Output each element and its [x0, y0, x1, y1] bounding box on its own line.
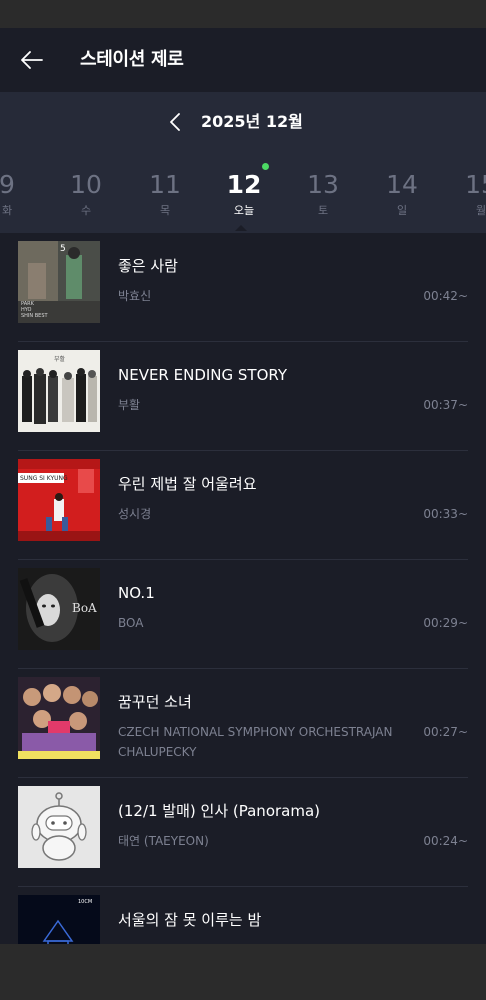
- day-number: 10: [70, 170, 102, 199]
- status-bar: [0, 0, 486, 28]
- song-artist: 부활: [118, 398, 141, 412]
- month-row: 2025년 12월: [0, 108, 486, 136]
- song-item[interactable]: 꿈꾸던 소녀 CZECH NATIONAL SYMPHONY ORCHESTRA…: [0, 669, 486, 779]
- song-time: 00:37~: [423, 398, 468, 412]
- day-number: 15: [465, 170, 486, 199]
- song-time: 00:29~: [423, 616, 468, 630]
- day-number: 11: [149, 170, 181, 199]
- song-item[interactable]: SUNG SI KYUNG 우린 제법 잘 어울려요 성시경 00:33~: [0, 451, 486, 561]
- song-time: 00:33~: [423, 507, 468, 521]
- day-10[interactable]: 10 수: [56, 168, 116, 218]
- day-number: 9: [0, 170, 15, 199]
- svg-text:SHIN BEST: SHIN BEST: [21, 313, 49, 319]
- day-weekday: 목: [159, 204, 171, 217]
- song-artist: 태연 (TAEYEON): [118, 834, 209, 848]
- song-item[interactable]: 부활 NEVER ENDING STORY 부활 00:37~: [0, 342, 486, 452]
- day-number: 14: [386, 170, 418, 199]
- arrow-left-icon: [21, 51, 43, 69]
- song-artist: BOA: [118, 616, 144, 630]
- day-weekday: 월: [475, 204, 486, 217]
- song-item[interactable]: 10CM 서울의 잠 못 이루는 밤: [0, 887, 486, 944]
- album-cover: 5 PARK HYO SHIN BEST: [18, 241, 100, 323]
- svg-text:10CM: 10CM: [78, 899, 92, 905]
- selected-day-caret: [235, 225, 247, 231]
- day-12-today[interactable]: 12 오늘: [214, 168, 274, 218]
- song-artist: 성시경: [118, 507, 152, 521]
- day-number: 12: [226, 170, 262, 199]
- date-selector: 2025년 12월 9 화 10 수 11 목 12 오늘 13 토 14 일 …: [0, 92, 486, 233]
- album-cover: BoA: [18, 568, 100, 650]
- day-weekday: 화: [1, 204, 13, 217]
- day-15[interactable]: 15 월: [451, 168, 486, 218]
- svg-text:SUNG SI KYUNG: SUNG SI KYUNG: [20, 475, 68, 482]
- song-title: 서울의 잠 못 이루는 밤: [118, 911, 262, 929]
- song-title: (12/1 발매) 인사 (Panorama): [118, 802, 321, 820]
- song-title: 우린 제법 잘 어울려요: [118, 475, 257, 493]
- top-app-bar: 스테이션 제로: [0, 28, 486, 92]
- svg-text:5: 5: [60, 244, 66, 254]
- page-title: 스테이션 제로: [80, 49, 184, 70]
- day-11[interactable]: 11 목: [135, 168, 195, 218]
- day-weekday: 수: [80, 204, 92, 217]
- album-cover: SUNG SI KYUNG: [18, 459, 100, 541]
- song-item[interactable]: (12/1 발매) 인사 (Panorama) 태연 (TAEYEON) 00:…: [0, 778, 486, 888]
- song-title: 좋은 사람: [118, 257, 178, 275]
- prev-month-button[interactable]: [164, 110, 186, 134]
- song-title: NO.1: [118, 584, 155, 602]
- song-title: NEVER ENDING STORY: [118, 366, 288, 384]
- album-cover: [18, 677, 100, 759]
- song-item[interactable]: BoA NO.1 BOA 00:29~: [0, 560, 486, 670]
- song-time: 00:24~: [423, 834, 468, 848]
- song-time: 00:27~: [423, 725, 468, 739]
- svg-text:BoA: BoA: [72, 601, 97, 615]
- system-nav-bar: [0, 944, 486, 1000]
- month-label: 2025년 12월: [201, 112, 303, 131]
- svg-text:부활: 부활: [54, 355, 66, 363]
- album-cover: 10CM: [18, 895, 100, 944]
- day-weekday: 오늘: [233, 204, 255, 217]
- day-weekday: 토: [317, 204, 329, 217]
- back-button[interactable]: [18, 46, 46, 74]
- song-time: 00:42~: [423, 289, 468, 303]
- song-title: 꿈꾸던 소녀: [118, 693, 192, 711]
- day-9[interactable]: 9 화: [0, 168, 37, 218]
- song-artist: CZECH NATIONAL SYMPHONY ORCHESTRAJAN CHA…: [118, 725, 393, 759]
- song-artist: 박효신: [118, 289, 152, 303]
- album-cover: [18, 786, 100, 868]
- today-indicator-dot: [262, 163, 269, 170]
- day-weekday: 일: [396, 204, 408, 217]
- day-number: 13: [307, 170, 339, 199]
- song-item[interactable]: 5 PARK HYO SHIN BEST 좋은 사람 박효신 00:42~: [0, 233, 486, 343]
- chevron-left-icon: [170, 113, 180, 131]
- day-14[interactable]: 14 일: [372, 168, 432, 218]
- album-cover: 부활: [18, 350, 100, 432]
- app-screen: 스테이션 제로 2025년 12월 9 화 10 수 11 목 12 오늘 13…: [0, 28, 486, 944]
- day-13[interactable]: 13 토: [293, 168, 353, 218]
